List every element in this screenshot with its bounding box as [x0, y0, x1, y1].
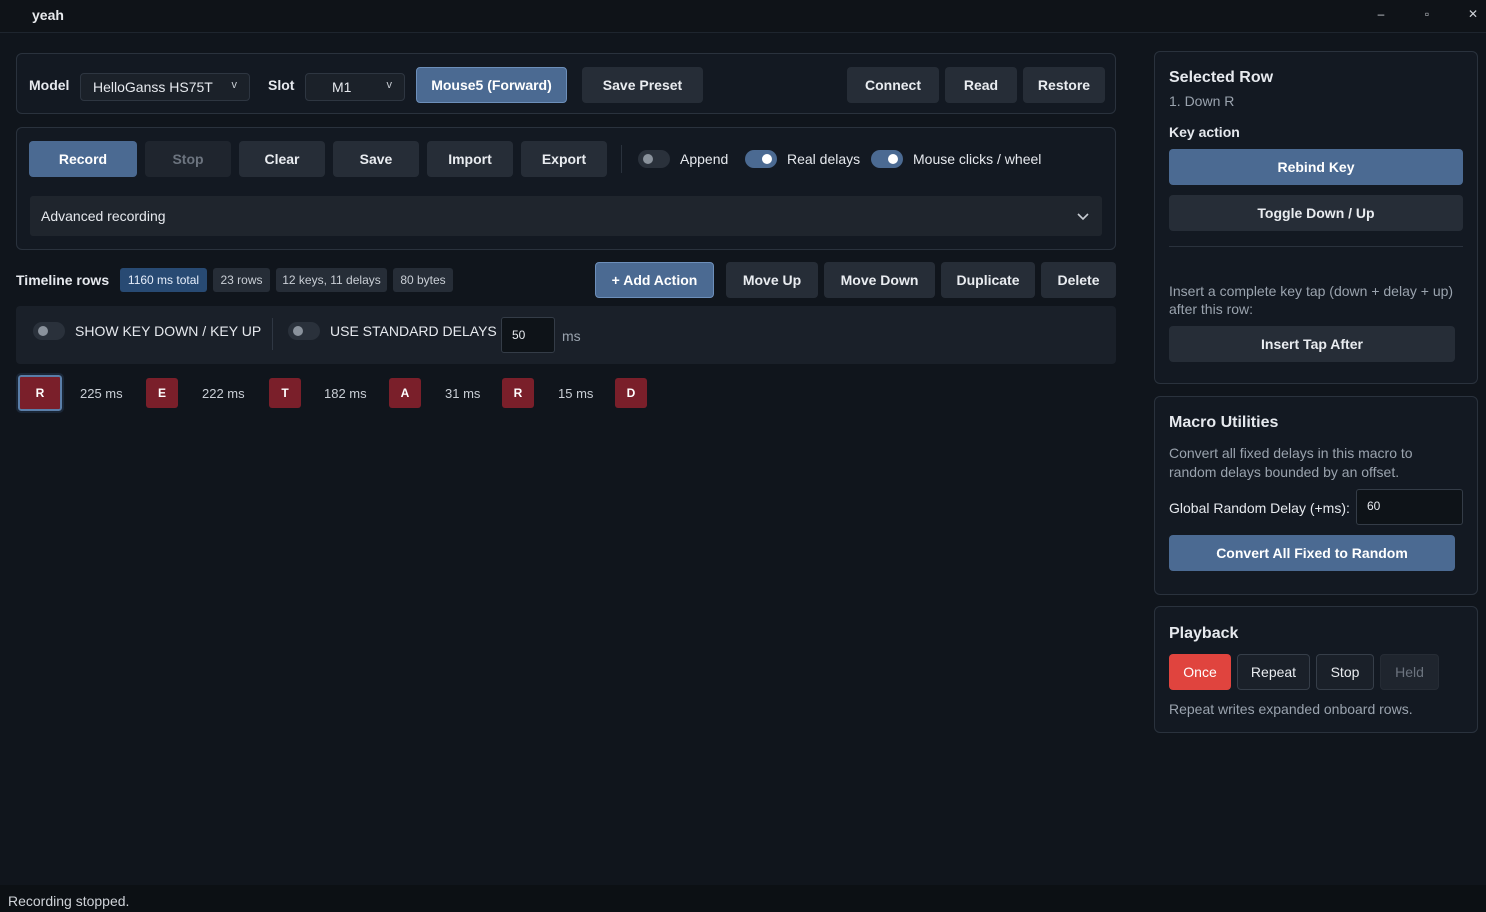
stat-rows-badge: 23 rows — [213, 268, 270, 292]
standard-delays-label: USE STANDARD DELAYS — [330, 323, 497, 339]
stat-keys-badge: 12 keys, 11 delays — [276, 268, 387, 292]
delay-row[interactable]: 222 ms — [202, 386, 245, 401]
restore-button[interactable]: Restore — [1023, 67, 1105, 103]
random-delay-label: Global Random Delay (+ms): — [1169, 500, 1350, 516]
slot-select[interactable]: M1 v — [305, 73, 405, 101]
mouse-clicks-toggle[interactable] — [871, 150, 903, 168]
key-row-a[interactable]: A — [389, 378, 421, 408]
play-held-button[interactable]: Held — [1380, 654, 1439, 690]
selected-row-title: Selected Row — [1169, 69, 1274, 86]
divider — [621, 145, 622, 173]
save-preset-button[interactable]: Save Preset — [582, 67, 703, 103]
close-icon[interactable]: ✕ — [1463, 7, 1483, 25]
maximize-icon[interactable]: ▫ — [1417, 7, 1437, 25]
chevron-down-icon — [1077, 213, 1089, 221]
append-label: Append — [680, 151, 729, 167]
minimize-icon[interactable]: ‒ — [1371, 7, 1391, 25]
convert-random-button[interactable]: Convert All Fixed to Random — [1169, 535, 1455, 571]
delay-row[interactable]: 15 ms — [558, 386, 593, 401]
play-stop-button[interactable]: Stop — [1316, 654, 1374, 690]
rebind-key-button[interactable]: Rebind Key — [1169, 149, 1463, 185]
window-title: yeah — [32, 7, 64, 23]
connect-button[interactable]: Connect — [847, 67, 939, 103]
standard-delay-input[interactable] — [501, 317, 555, 353]
ms-unit-label: ms — [562, 328, 581, 344]
key-row-r[interactable]: R — [16, 373, 64, 413]
append-toggle[interactable] — [638, 150, 670, 168]
slot-value: M1 — [332, 79, 352, 95]
random-delay-input[interactable] — [1356, 489, 1463, 525]
play-repeat-button[interactable]: Repeat — [1237, 654, 1310, 690]
standard-delays-toggle[interactable] — [288, 322, 320, 340]
show-key-down-toggle[interactable] — [33, 322, 65, 340]
real-delays-toggle[interactable] — [745, 150, 777, 168]
title-bar: yeah ‒ ▫ ✕ — [0, 0, 1486, 33]
key-action-label: Key action — [1169, 124, 1240, 140]
advanced-recording-label: Advanced recording — [41, 208, 166, 224]
record-button[interactable]: Record — [29, 141, 137, 177]
insert-tap-description: Insert a complete key tap (down + delay … — [1169, 283, 1454, 317]
clear-button[interactable]: Clear — [239, 141, 325, 177]
key-row-r[interactable]: R — [502, 378, 534, 408]
selected-row-subtitle: 1. Down R — [1169, 93, 1235, 109]
delay-row[interactable]: 225 ms — [80, 386, 123, 401]
stop-record-button[interactable]: Stop — [145, 141, 231, 177]
play-once-button[interactable]: Once — [1169, 654, 1231, 690]
key-row-t[interactable]: T — [269, 378, 301, 408]
import-button[interactable]: Import — [427, 141, 513, 177]
add-action-button[interactable]: + Add Action — [595, 262, 714, 298]
chevron-down-icon: v — [386, 79, 393, 91]
model-value: HelloGanss HS75T — [93, 79, 213, 95]
advanced-recording-expander[interactable]: Advanced recording — [30, 196, 1102, 236]
delete-button[interactable]: Delete — [1041, 262, 1116, 298]
duplicate-button[interactable]: Duplicate — [941, 262, 1035, 298]
divider — [272, 318, 273, 350]
save-button[interactable]: Save — [333, 141, 419, 177]
divider — [1169, 246, 1463, 247]
status-text: Recording stopped. — [8, 893, 130, 909]
model-label: Model — [29, 77, 70, 93]
real-delays-label: Real delays — [787, 151, 861, 167]
playback-title: Playback — [1169, 625, 1239, 642]
key-row-e[interactable]: E — [146, 378, 178, 408]
export-button[interactable]: Export — [521, 141, 607, 177]
mouse-clicks-label: Mouse clicks / wheel — [913, 151, 1042, 167]
chevron-down-icon: v — [231, 79, 238, 91]
status-bar: Recording stopped. — [0, 885, 1486, 912]
read-button[interactable]: Read — [945, 67, 1017, 103]
insert-tap-after-button[interactable]: Insert Tap After — [1169, 326, 1455, 362]
timeline-rows-label: Timeline rows — [16, 272, 110, 288]
macro-utilities-title: Macro Utilities — [1169, 414, 1279, 431]
move-down-button[interactable]: Move Down — [824, 262, 935, 298]
mouse-button-select[interactable]: Mouse5 (Forward) — [416, 67, 567, 103]
key-row-d[interactable]: D — [615, 378, 647, 408]
model-select[interactable]: HelloGanss HS75T v — [80, 73, 250, 101]
show-key-down-label: SHOW KEY DOWN / KEY UP — [75, 323, 262, 339]
delay-row[interactable]: 31 ms — [445, 386, 480, 401]
slot-label: Slot — [268, 77, 295, 93]
stat-bytes-badge: 80 bytes — [393, 268, 453, 292]
stat-total-badge: 1160 ms total — [120, 268, 207, 292]
playback-note: Repeat writes expanded onboard rows. — [1169, 701, 1413, 717]
delay-row[interactable]: 182 ms — [324, 386, 367, 401]
move-up-button[interactable]: Move Up — [726, 262, 818, 298]
macro-utilities-description: Convert all fixed delays in this macro t… — [1169, 445, 1413, 480]
toggle-down-up-button[interactable]: Toggle Down / Up — [1169, 195, 1463, 231]
